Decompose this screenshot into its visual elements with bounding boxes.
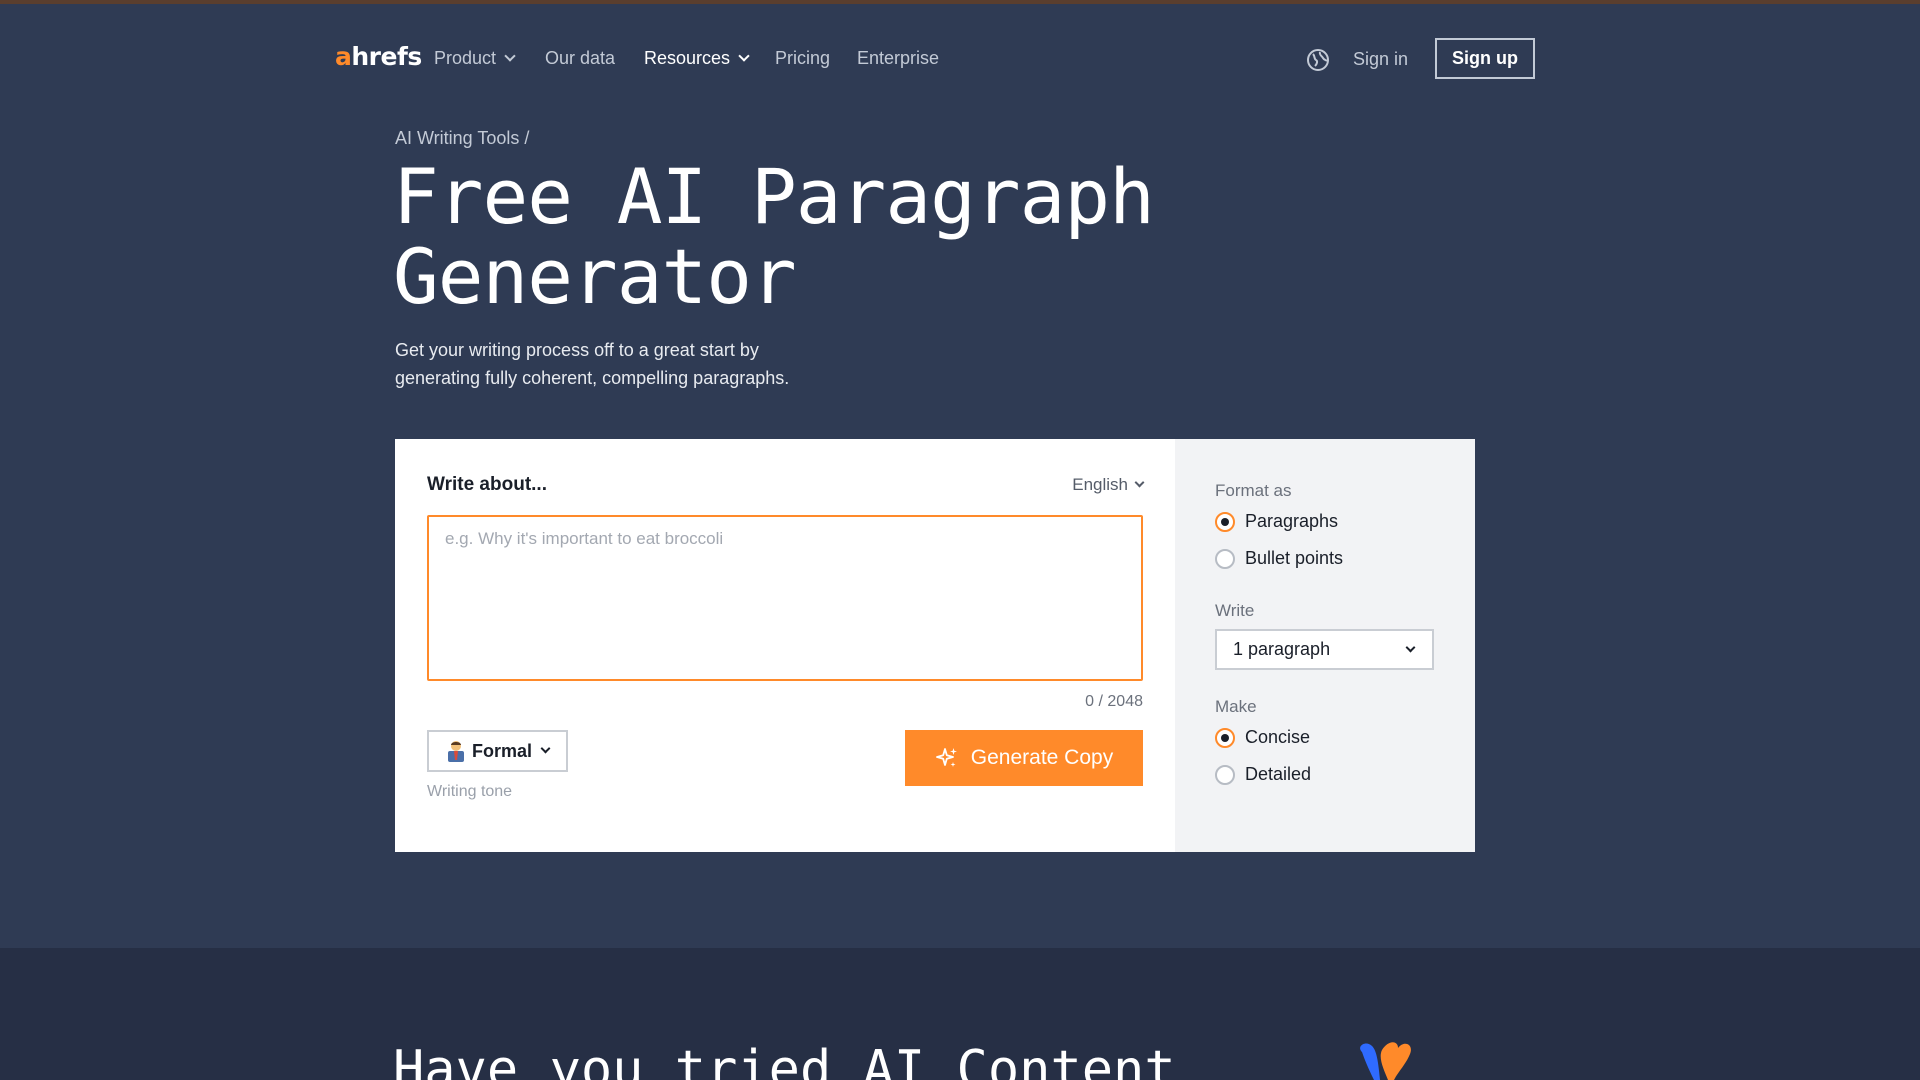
nav-our-data-label: Our data <box>545 48 616 68</box>
topic-input[interactable] <box>427 515 1143 681</box>
nav-enterprise[interactable]: Enterprise <box>857 48 939 69</box>
page-title-line-1: Free AI Paragraph <box>393 152 1155 241</box>
page-subtitle-line-2: generating fully coherent, compelling pa… <box>395 368 790 388</box>
sign-in-link[interactable]: Sign in <box>1353 49 1408 70</box>
write-about-label: Write about... <box>427 474 547 495</box>
chevron-down-icon <box>540 743 551 754</box>
options-panel: Format as Paragraphs Bullet points Write… <box>1175 439 1475 852</box>
paragraph-count-value: 1 paragraph <box>1233 639 1331 659</box>
make-detailed-radio[interactable]: Detailed <box>1215 764 1311 785</box>
format-bullet-points-label: Bullet points <box>1245 548 1344 568</box>
radio-selected-icon <box>1215 511 1235 532</box>
ai-content-heart-icon <box>1360 1042 1411 1080</box>
nav-our-data[interactable]: Our data <box>545 48 615 69</box>
nav-enterprise-label: Enterprise <box>857 48 940 68</box>
radio-unselected-icon <box>1215 548 1235 569</box>
language-select[interactable]: English <box>1072 475 1145 495</box>
radio-selected-icon <box>1215 727 1235 748</box>
format-bullet-points-radio[interactable]: Bullet points <box>1215 548 1343 569</box>
nav-pricing-label: Pricing <box>775 48 831 68</box>
nav-pricing[interactable]: Pricing <box>775 48 830 69</box>
nav-resources[interactable]: Resources <box>644 48 750 69</box>
logo-letter-a: a <box>335 42 352 71</box>
page-title: Free AI Paragraph Generator <box>393 157 1293 317</box>
globe-icon[interactable] <box>1306 48 1330 72</box>
top-nav: ahrefs Product Our data Resources Pricin… <box>0 4 1920 110</box>
chevron-down-icon <box>1405 642 1416 652</box>
generate-copy-label: Generate Copy <box>970 746 1114 769</box>
writing-tone-label: Writing tone <box>427 783 513 800</box>
page-subtitle-line-1: Get your writing process off to a great … <box>395 340 759 360</box>
business-person-icon <box>447 741 464 762</box>
language-value: English <box>1072 475 1128 494</box>
chevron-down-icon <box>504 50 516 62</box>
format-as-label: Format as <box>1215 481 1292 500</box>
make-detailed-label: Detailed <box>1245 764 1312 784</box>
ahrefs-logo[interactable]: ahrefs <box>335 42 422 71</box>
writing-tone-value: Formal <box>471 740 532 761</box>
generate-copy-button[interactable]: Generate Copy <box>905 730 1143 786</box>
make-label: Make <box>1215 697 1257 716</box>
breadcrumb[interactable]: AI Writing Tools / <box>395 128 529 149</box>
promo-title: Have you tried AI Content <box>393 1040 1176 1080</box>
nav-product[interactable]: Product <box>434 48 516 69</box>
generator-card: Write about... English 0 / 2048 Formal W… <box>395 439 1475 852</box>
writing-tone-select[interactable]: Formal <box>427 730 568 772</box>
generator-main-panel: Write about... English 0 / 2048 Formal W… <box>395 439 1175 852</box>
format-paragraphs-label: Paragraphs <box>1245 511 1339 531</box>
nav-product-label: Product <box>434 48 497 68</box>
chevron-down-icon <box>738 50 750 62</box>
nav-resources-label: Resources <box>644 48 731 68</box>
character-counter: 0 / 2048 <box>1085 693 1143 710</box>
logo-text: hrefs <box>351 42 422 71</box>
page-title-line-2: Generator <box>393 232 797 321</box>
write-label: Write <box>1215 601 1255 620</box>
chevron-down-icon <box>1134 477 1145 488</box>
sparkles-icon <box>935 748 957 767</box>
radio-unselected-icon <box>1215 764 1235 785</box>
make-concise-label: Concise <box>1245 727 1311 747</box>
sign-up-button[interactable]: Sign up <box>1435 38 1535 79</box>
page-subtitle: Get your writing process off to a great … <box>395 336 865 392</box>
paragraph-count-select[interactable]: 1 paragraph <box>1215 629 1434 670</box>
format-paragraphs-radio[interactable]: Paragraphs <box>1215 511 1338 532</box>
make-concise-radio[interactable]: Concise <box>1215 727 1310 748</box>
